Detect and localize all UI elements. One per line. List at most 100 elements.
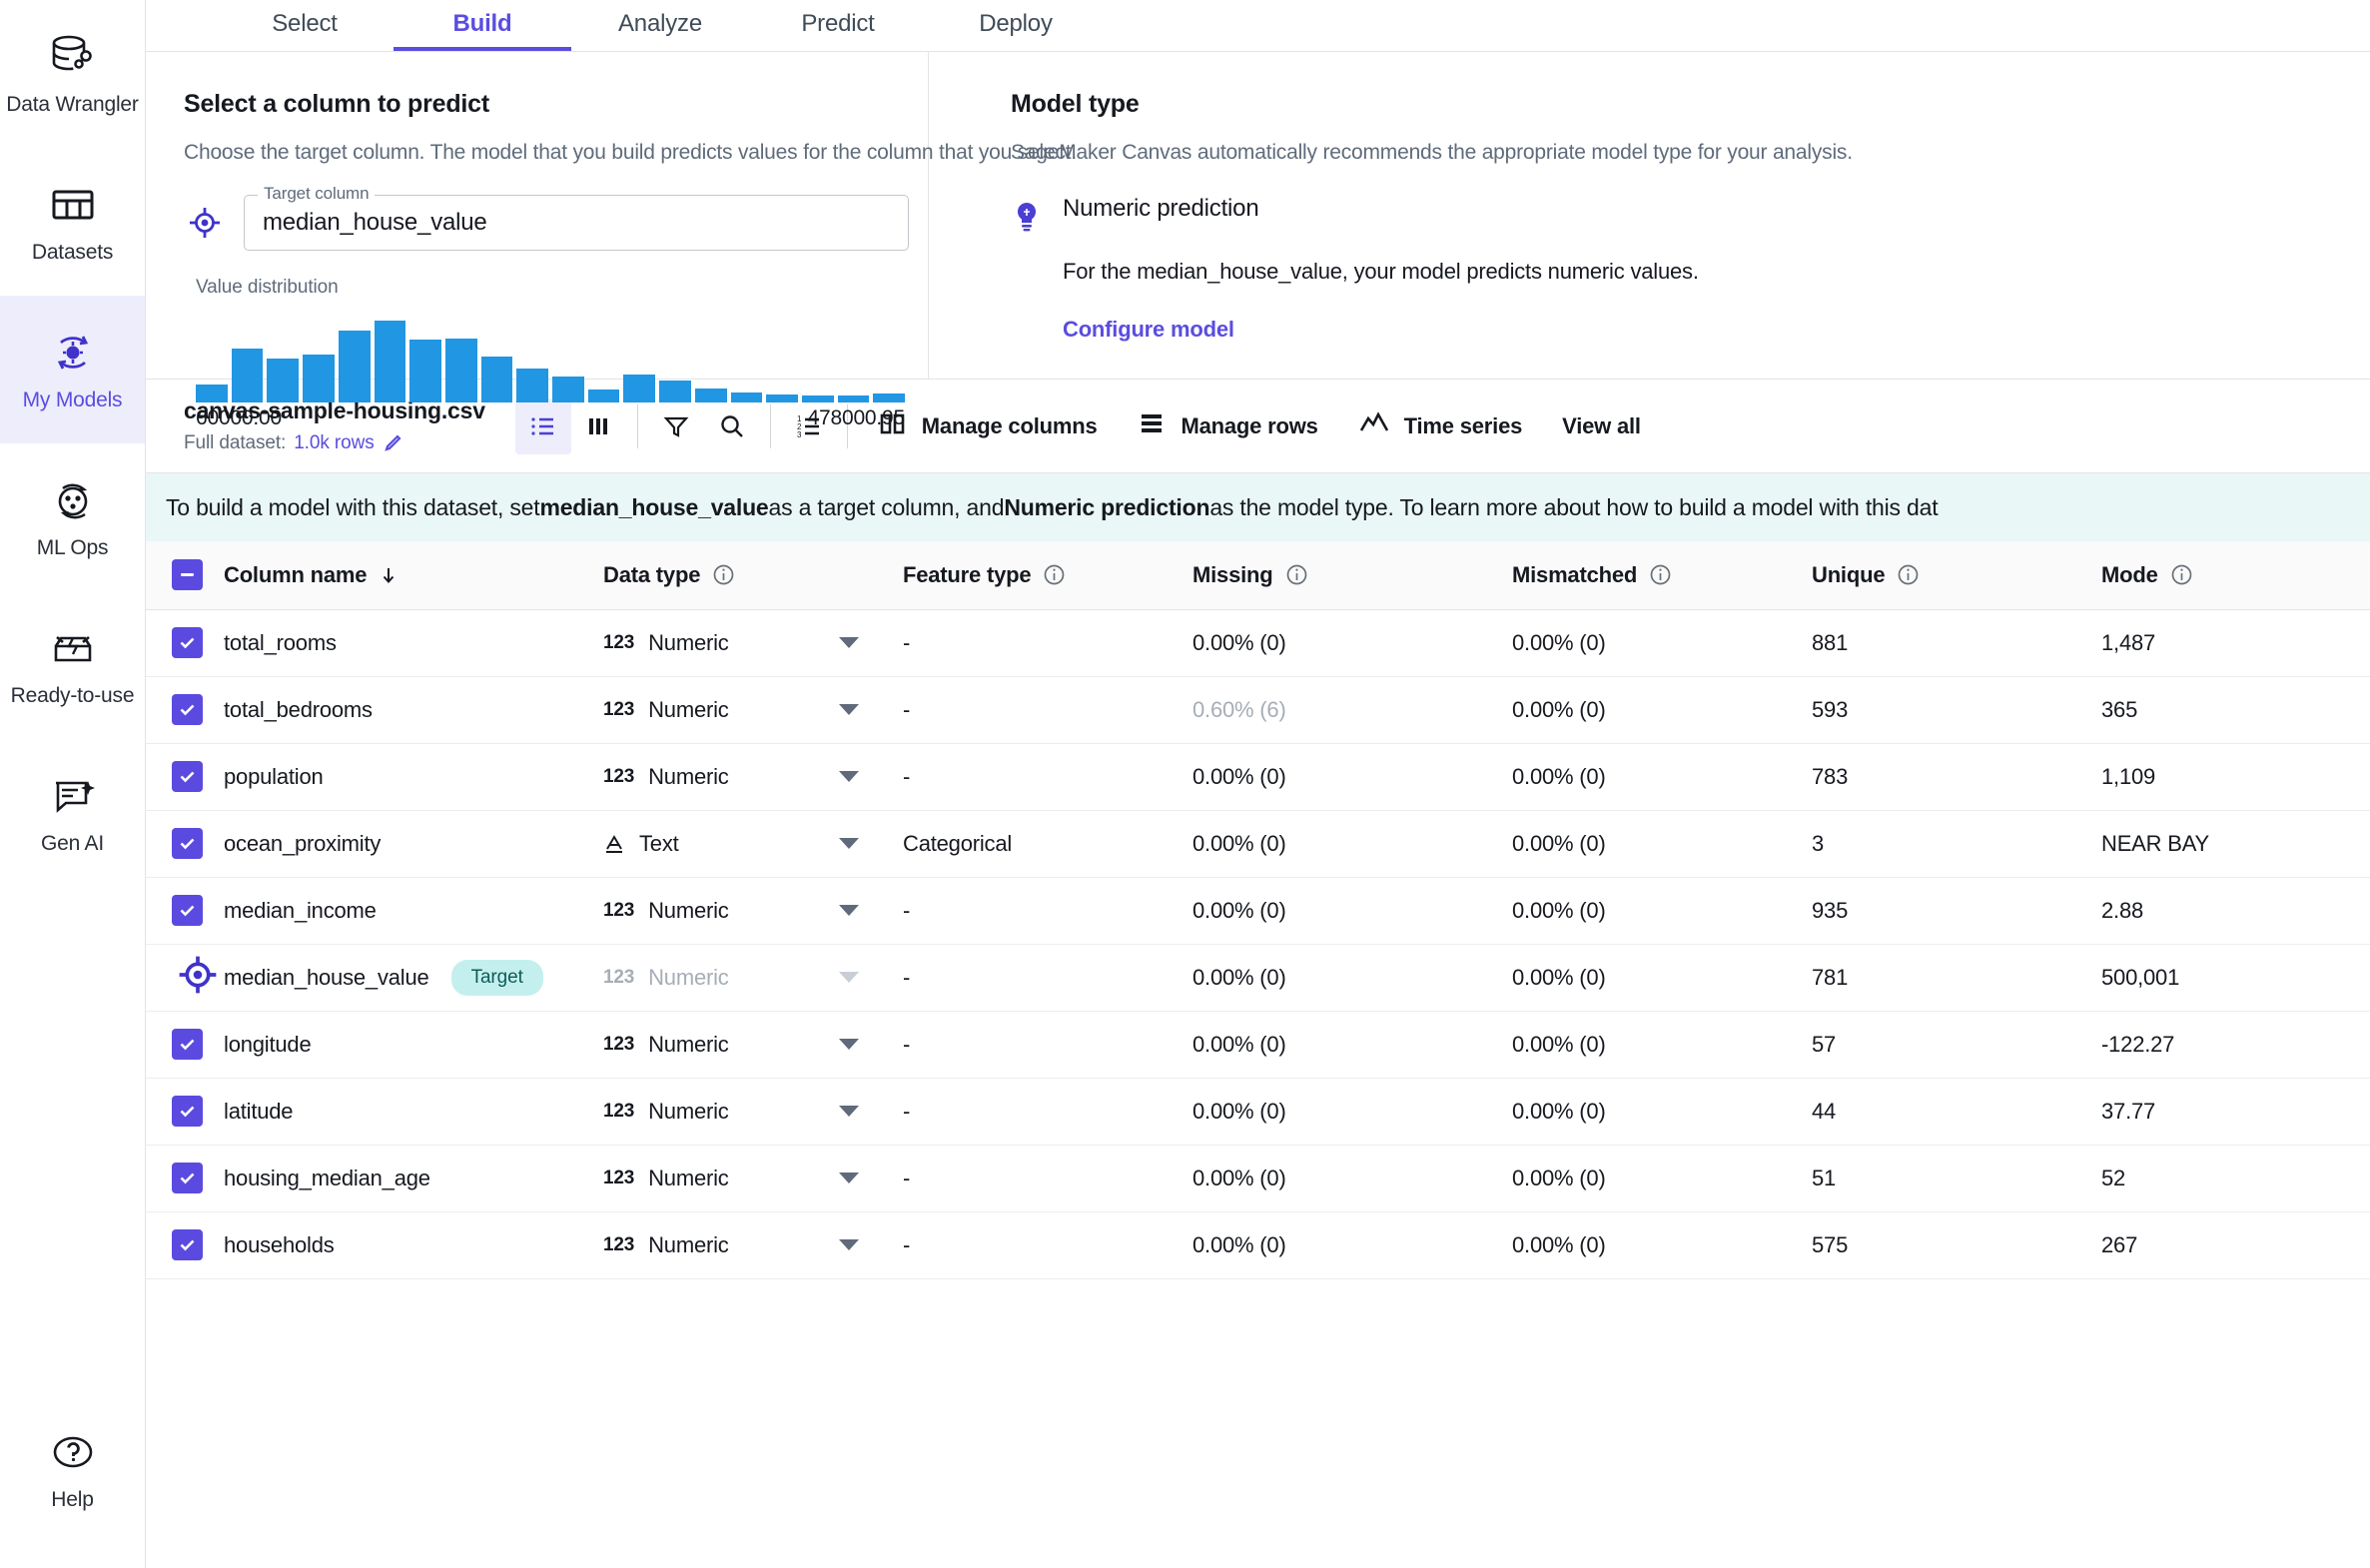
header-column-name[interactable]: Column name [224, 541, 603, 609]
view-all-button[interactable]: View all [1542, 398, 1661, 454]
row-select-cell[interactable] [146, 810, 224, 877]
row-data-type-cell[interactable]: 123Numeric [603, 609, 903, 676]
row-mode: 1,109 [2101, 764, 2155, 789]
select-all-checkbox[interactable] [172, 559, 203, 590]
info-icon[interactable] [2170, 563, 2193, 586]
configure-model-link[interactable]: Configure model [1063, 317, 2370, 343]
row-select-cell[interactable] [146, 609, 224, 676]
sidebar-item-data-wrangler[interactable]: Data Wrangler [0, 0, 145, 148]
row-mode: 52 [2101, 1166, 2125, 1190]
table-row[interactable]: population123Numeric-0.00% (0)0.00% (0)7… [146, 743, 2370, 810]
row-checkbox[interactable] [172, 694, 203, 725]
row-checkbox[interactable] [172, 828, 203, 859]
histogram-bar [588, 390, 620, 402]
manage-rows-button[interactable]: Manage rows [1117, 398, 1337, 454]
info-icon[interactable] [1285, 563, 1308, 586]
row-data-type-cell[interactable]: 123Numeric [603, 877, 903, 944]
row-checkbox[interactable] [172, 1096, 203, 1127]
chevron-down-icon[interactable] [839, 704, 859, 715]
sidebar-item-my-models[interactable]: My Models [0, 296, 145, 443]
tab-select[interactable]: Select [216, 0, 394, 51]
row-mismatched-cell: 0.00% (0) [1512, 1145, 1812, 1211]
chevron-down-icon[interactable] [839, 637, 859, 648]
row-checkbox[interactable] [172, 895, 203, 926]
row-unique-cell: 57 [1812, 1011, 2101, 1078]
table-row[interactable]: median_income123Numeric-0.00% (0)0.00% (… [146, 877, 2370, 944]
row-data-type-cell[interactable]: 123Numeric [603, 1078, 903, 1145]
tab-analyze[interactable]: Analyze [571, 0, 749, 51]
info-icon[interactable] [1897, 563, 1920, 586]
row-column-name-cell: ocean_proximity [224, 810, 603, 877]
table-row[interactable]: longitude123Numeric-0.00% (0)0.00% (0)57… [146, 1011, 2370, 1078]
target-badge: Target [451, 960, 543, 996]
histogram-bar [339, 331, 371, 402]
row-data-type: Numeric [648, 630, 729, 656]
info-icon[interactable] [1043, 563, 1066, 586]
chevron-down-icon[interactable] [839, 838, 859, 849]
table-row[interactable]: total_bedrooms123Numeric-0.60% (6)0.00% … [146, 676, 2370, 743]
table-row[interactable]: ocean_proximityTextCategorical0.00% (0)0… [146, 810, 2370, 877]
row-unique-cell: 935 [1812, 877, 2101, 944]
row-unique: 575 [1812, 1232, 1848, 1257]
row-checkbox[interactable] [172, 761, 203, 792]
row-checkbox[interactable] [172, 1229, 203, 1260]
row-data-type-cell[interactable]: 123Numeric [603, 743, 903, 810]
row-mode-cell: 365 [2101, 676, 2370, 743]
tab-predict[interactable]: Predict [749, 0, 927, 51]
target-column-field[interactable]: Target column median_house_value [244, 195, 909, 251]
row-data-type-cell[interactable]: Text [603, 810, 903, 877]
row-select-cell[interactable] [146, 1078, 224, 1145]
table-row[interactable]: median_house_valueTarget123Numeric-0.00%… [146, 944, 2370, 1011]
tab-build[interactable]: Build [394, 0, 571, 51]
sidebar-item-help[interactable]: Help [0, 1414, 145, 1524]
row-missing-cell: 0.00% (0) [1192, 609, 1512, 676]
sidebar-item-datasets[interactable]: Datasets [0, 148, 145, 296]
chevron-down-icon[interactable] [839, 1239, 859, 1250]
row-select-cell[interactable] [146, 743, 224, 810]
sort-descending-icon[interactable] [379, 565, 398, 585]
chevron-down-icon[interactable] [839, 972, 859, 983]
sidebar-item-ready-to-use[interactable]: Ready-to-use [0, 591, 145, 739]
row-checkbox[interactable] [172, 1163, 203, 1193]
row-checkbox[interactable] [172, 627, 203, 658]
info-icon[interactable] [712, 563, 735, 586]
row-data-type-cell[interactable]: 123Numeric [603, 1011, 903, 1078]
row-feature-type: - [903, 1166, 910, 1190]
tab-deploy[interactable]: Deploy [927, 0, 1105, 51]
chevron-down-icon[interactable] [839, 1173, 859, 1183]
row-select-cell[interactable] [146, 1011, 224, 1078]
info-icon[interactable] [1649, 563, 1672, 586]
row-missing: 0.00% (0) [1192, 1099, 1286, 1124]
row-select-cell[interactable] [146, 1145, 224, 1211]
sidebar-item-ml-ops[interactable]: ML Ops [0, 443, 145, 591]
row-select-cell[interactable] [146, 676, 224, 743]
table-row[interactable]: households123Numeric-0.00% (0)0.00% (0)5… [146, 1211, 2370, 1278]
row-select-cell[interactable] [146, 944, 224, 1011]
row-missing: 0.00% (0) [1192, 764, 1286, 789]
dataset-row-count[interactable]: 1.0k rows [294, 432, 374, 454]
axis-max-label: 478000.95 [808, 406, 905, 430]
numeric-type-icon: 123 [603, 699, 634, 721]
chevron-down-icon[interactable] [839, 1039, 859, 1050]
chevron-down-icon[interactable] [839, 905, 859, 916]
row-select-cell[interactable] [146, 1211, 224, 1278]
row-data-type-cell[interactable]: 123Numeric [603, 1211, 903, 1278]
columns-table: Column name Data type [146, 541, 2370, 1279]
target-icon[interactable] [172, 981, 224, 1006]
lightbulb-icon [1011, 201, 1043, 233]
header-unique-label: Unique [1812, 562, 1885, 588]
table-row[interactable]: total_rooms123Numeric-0.00% (0)0.00% (0)… [146, 609, 2370, 676]
chevron-down-icon[interactable] [839, 1106, 859, 1117]
sidebar-item-gen-ai[interactable]: Gen AI [0, 739, 145, 887]
edit-pencil-icon[interactable] [383, 433, 402, 453]
chevron-down-icon[interactable] [839, 771, 859, 782]
table-row[interactable]: housing_median_age123Numeric-0.00% (0)0.… [146, 1145, 2370, 1211]
row-checkbox[interactable] [172, 1029, 203, 1060]
row-select-cell[interactable] [146, 877, 224, 944]
row-data-type-cell[interactable]: 123Numeric [603, 676, 903, 743]
row-column-name-cell: households [224, 1211, 603, 1278]
table-row[interactable]: latitude123Numeric-0.00% (0)0.00% (0)443… [146, 1078, 2370, 1145]
row-data-type-cell[interactable]: 123Numeric [603, 944, 903, 1011]
row-data-type-cell[interactable]: 123Numeric [603, 1145, 903, 1211]
time-series-button[interactable]: Time series [1338, 398, 1542, 454]
